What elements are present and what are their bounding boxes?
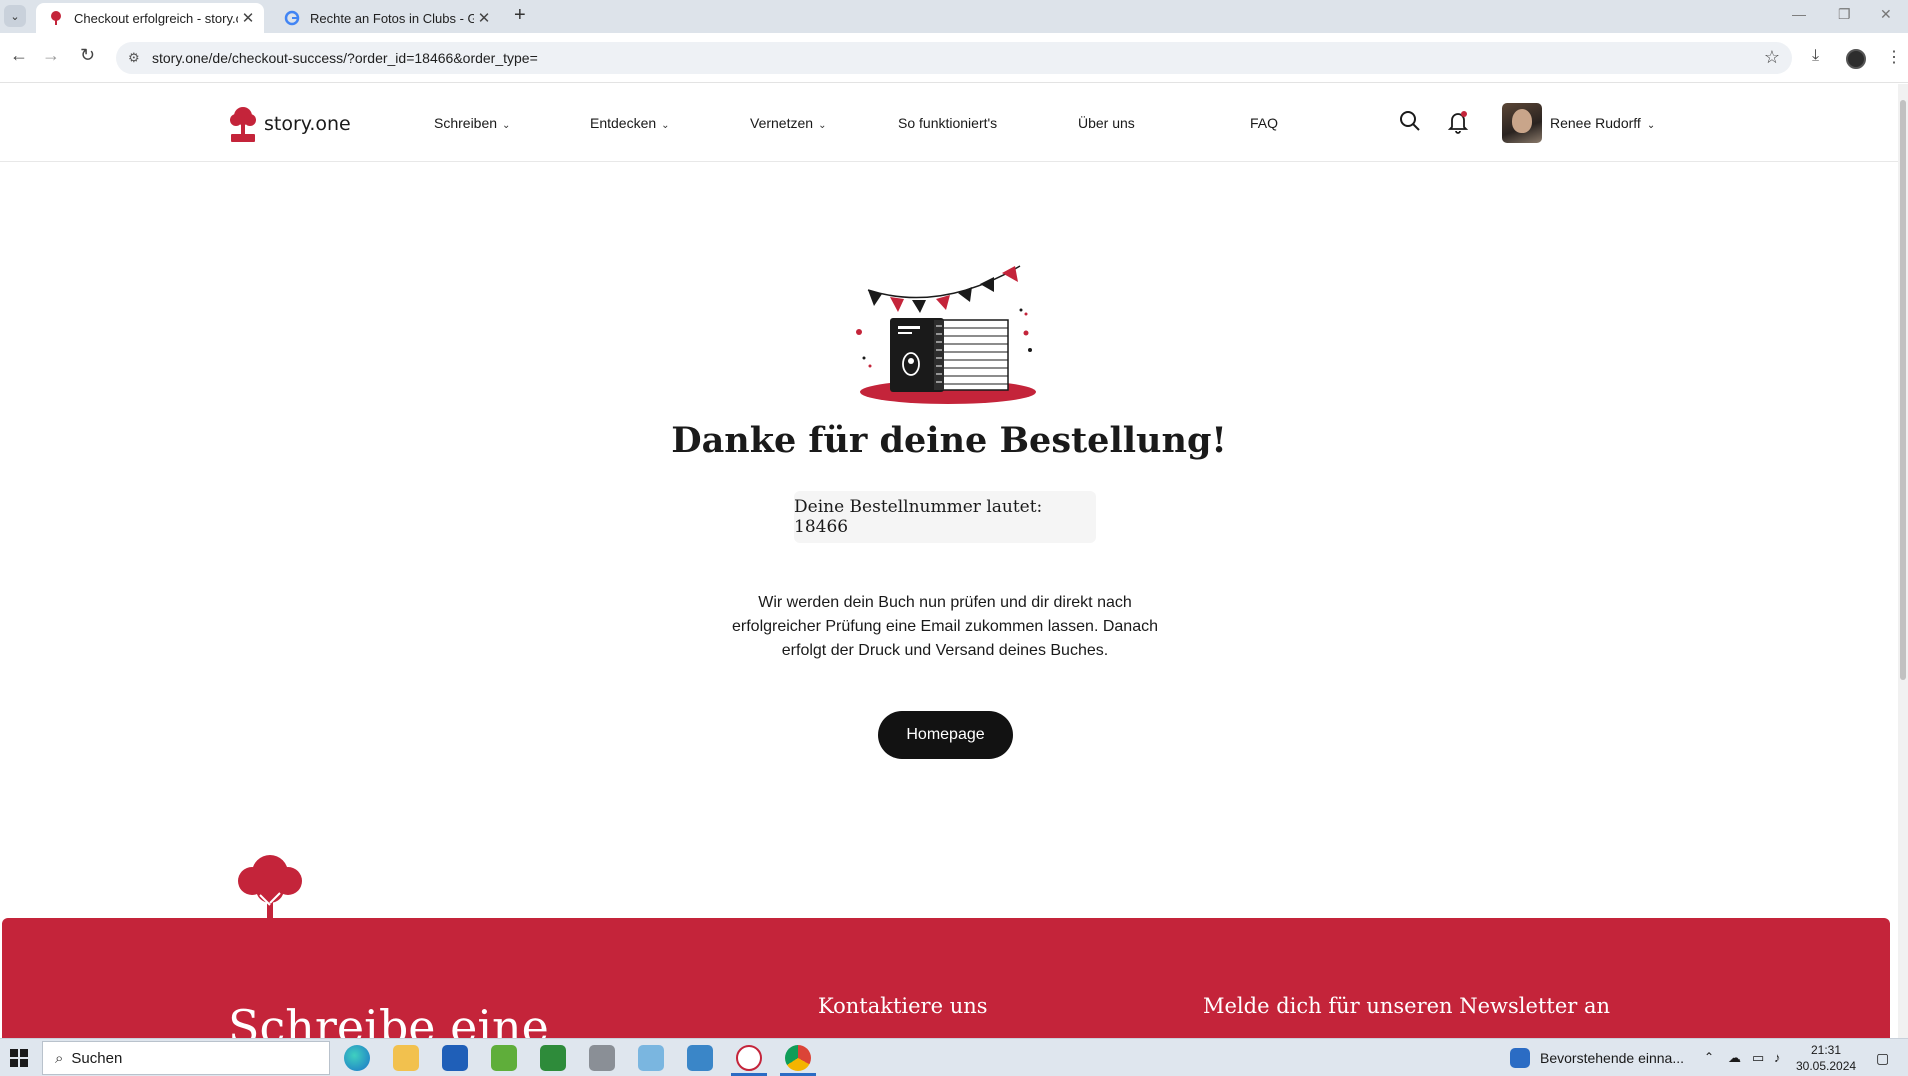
close-window-icon[interactable]: ✕ — [1880, 6, 1892, 23]
nav-label: FAQ — [1250, 115, 1279, 131]
restore-icon[interactable]: ❐ — [1838, 6, 1851, 23]
user-menu[interactable]: Renee Rudorff ⌄ — [1550, 115, 1655, 131]
search-icon: ⌕ — [55, 1049, 64, 1067]
order-number-box: Deine Bestellnummer lautet: 18466 — [794, 491, 1096, 543]
minimize-icon[interactable]: — — [1792, 6, 1806, 22]
nav-label: Entdecken — [590, 115, 657, 131]
nav-schreiben[interactable]: Schreiben ⌄ — [434, 115, 510, 131]
chevron-down-icon: ⌄ — [502, 120, 511, 131]
site-footer: Schreibe eine Kontaktiere uns Melde dich… — [2, 918, 1890, 1038]
volume-icon[interactable]: ♪ — [1774, 1050, 1781, 1065]
footer-headline: Schreibe eine — [228, 1000, 549, 1038]
browser-tab-strip: ⌄ Checkout erfolgreich - story.one ✕ Rec… — [0, 0, 1908, 33]
homepage-button[interactable]: Homepage — [878, 711, 1013, 759]
news-widget-icon[interactable] — [1510, 1048, 1530, 1068]
file-explorer-icon[interactable] — [393, 1045, 419, 1071]
back-arrow-icon[interactable]: ← — [10, 45, 28, 66]
address-bar[interactable]: ⚙ story.one/de/checkout-success/?order_i… — [116, 42, 1792, 74]
chevron-down-icon: ⌄ — [818, 120, 827, 131]
order-number-text: Deine Bestellnummer lautet: 18466 — [794, 497, 1043, 537]
tab-checkout[interactable]: Checkout erfolgreich - story.one ✕ — [36, 3, 264, 33]
reload-icon[interactable]: ↻ — [80, 45, 95, 66]
nav-ueber-uns[interactable]: Über uns — [1078, 115, 1135, 131]
footer-newsletter-heading: Melde dich für unseren Newsletter an — [1203, 994, 1611, 1018]
nav-label: Schreiben — [434, 115, 498, 131]
menu-kebab-icon[interactable]: ⋮ — [1886, 47, 1902, 67]
browser-toolbar: ← → ↻ ⚙ story.one/de/checkout-success/?o… — [0, 33, 1908, 83]
windows-taskbar: ⌕ Suchen Bevorstehende einna... ⌃ ☁ ▭ ♪ … — [0, 1038, 1908, 1076]
clock-date: 30.05.2024 — [1796, 1059, 1857, 1073]
store-icon[interactable] — [442, 1045, 468, 1071]
tab-search-button[interactable]: ⌄ — [4, 5, 26, 27]
nav-entdecken[interactable]: Entdecken ⌄ — [590, 115, 670, 131]
app-red-icon[interactable] — [736, 1045, 762, 1071]
nav-label: So funktioniert's — [898, 115, 998, 131]
app-green-icon[interactable] — [491, 1045, 517, 1071]
user-avatar[interactable] — [1502, 103, 1542, 143]
taskbar-search-placeholder: Suchen — [71, 1049, 123, 1067]
forward-arrow-icon[interactable]: → — [42, 45, 60, 66]
url-text: story.one/de/checkout-success/?order_id=… — [152, 50, 538, 66]
nav-faq[interactable]: FAQ — [1250, 115, 1278, 131]
download-icon[interactable]: ⤓ — [1812, 47, 1819, 65]
celebration-book-illustration — [856, 265, 1036, 404]
notes-icon[interactable] — [638, 1045, 664, 1071]
site-logo[interactable]: story.one — [228, 104, 351, 144]
google-favicon-icon — [284, 10, 300, 26]
site-header: story.one Schreiben ⌄ Entdecken ⌄ Vernetze… — [0, 84, 1898, 162]
user-name: Renee Rudorff — [1550, 115, 1641, 131]
bookmark-star-icon[interactable]: ☆ — [1764, 47, 1780, 68]
nav-label: Vernetzen — [750, 115, 814, 131]
nav-label: Über uns — [1078, 115, 1135, 131]
search-icon[interactable] — [1399, 110, 1421, 132]
footer-tree-icon — [238, 855, 302, 921]
close-tab-icon[interactable]: ✕ — [474, 9, 494, 27]
new-tab-button[interactable]: + — [514, 4, 526, 27]
page-title: Danke für deine Bestellung! — [671, 420, 1227, 461]
confirmation-message: Wir werden dein Buch nun prüfen und dir … — [732, 594, 1158, 659]
chevron-down-icon: ⌄ — [10, 10, 20, 23]
scrollbar-thumb[interactable] — [1900, 100, 1906, 680]
tray-onedrive-icon[interactable]: ☁ — [1728, 1050, 1741, 1066]
tab-title: Checkout erfolgreich - story.one — [74, 10, 238, 26]
tree-logo-icon — [230, 107, 256, 142]
notification-bell-icon[interactable] — [1447, 110, 1469, 134]
nav-vernetzen[interactable]: Vernetzen ⌄ — [750, 115, 826, 131]
clock-time: 21:31 — [1810, 1043, 1842, 1057]
taskbar-search[interactable]: ⌕ Suchen — [42, 1041, 330, 1075]
spreadsheet-icon[interactable] — [540, 1045, 566, 1071]
chevron-down-icon: ⌄ — [1646, 120, 1656, 131]
tray-chevron-up-icon[interactable]: ⌃ — [1704, 1050, 1714, 1064]
chevron-down-icon: ⌄ — [661, 120, 670, 131]
taskbar-clock[interactable]: 21:31 30.05.2024 — [1796, 1042, 1856, 1074]
chrome-icon[interactable] — [785, 1045, 811, 1071]
footer-contact-heading: Kontaktiere uns — [818, 994, 988, 1018]
taskbar-notification-text[interactable]: Bevorstehende einna... — [1540, 1050, 1684, 1066]
story-one-favicon-icon — [51, 11, 61, 25]
site-settings-icon[interactable]: ⚙ — [128, 50, 140, 66]
windows-start-icon[interactable] — [10, 1049, 28, 1067]
tab-google[interactable]: Rechte an Fotos in Clubs - Google ✕ — [272, 3, 500, 33]
close-tab-icon[interactable]: ✕ — [238, 9, 258, 27]
notification-center-icon[interactable]: ▢ — [1876, 1050, 1889, 1067]
logo-text: story.one — [264, 113, 351, 135]
printer-icon[interactable] — [589, 1045, 615, 1071]
network-icon[interactable]: ▭ — [1752, 1050, 1764, 1066]
edge-icon[interactable] — [344, 1045, 370, 1071]
page-scrollbar[interactable] — [1898, 84, 1908, 1038]
nav-so-funktionierts[interactable]: So funktioniert's — [898, 115, 997, 131]
browser-profile-avatar[interactable] — [1846, 49, 1866, 69]
remote-desktop-icon[interactable] — [687, 1045, 713, 1071]
tab-title: Rechte an Fotos in Clubs - Google — [310, 10, 474, 26]
